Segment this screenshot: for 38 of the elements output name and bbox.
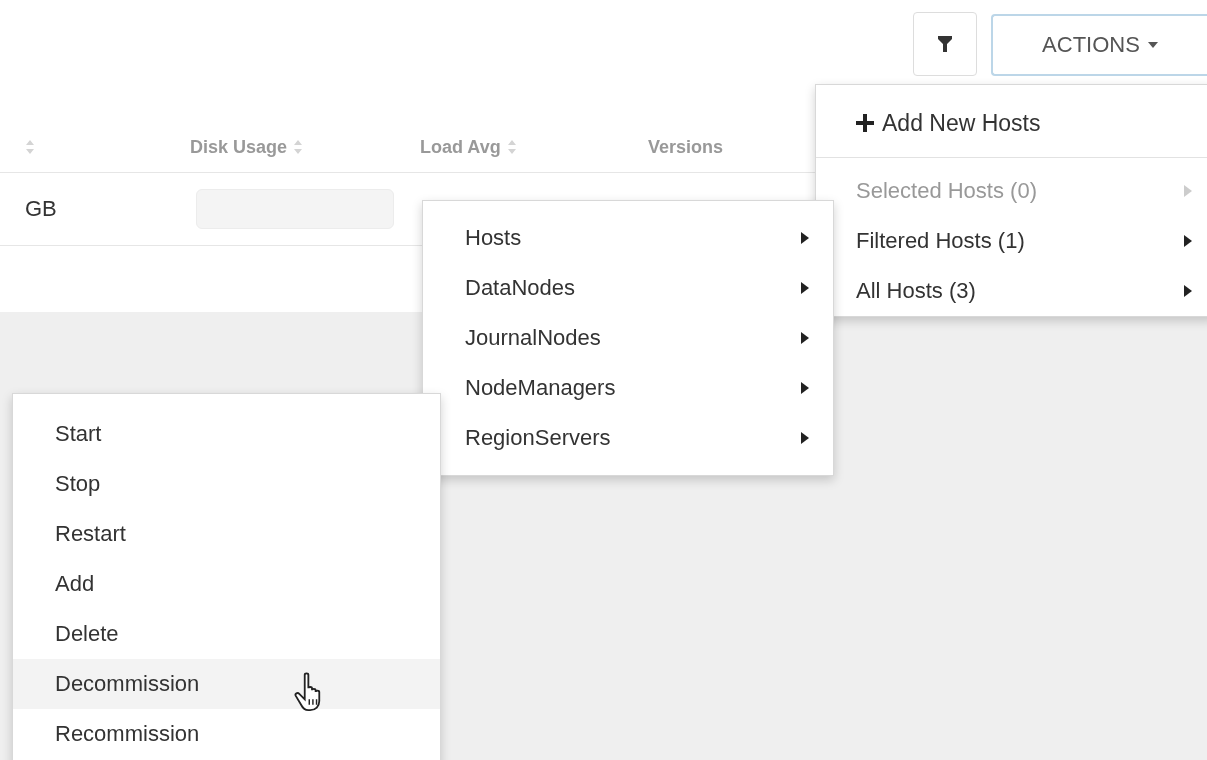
actions-button[interactable]: ACTIONS — [991, 14, 1207, 76]
plus-icon — [856, 114, 874, 132]
menu-item-label: NodeManagers — [465, 375, 616, 401]
menu-item-label: RegionServers — [465, 425, 611, 451]
caret-icon — [1147, 42, 1158, 48]
menu-item[interactable]: Delete — [13, 609, 440, 659]
table-cell: GB — [25, 196, 57, 221]
menu-item[interactable]: Recommission — [13, 709, 440, 759]
sort-icon[interactable] — [293, 139, 304, 155]
menu-item[interactable]: Restart — [13, 509, 440, 559]
menu-item[interactable]: JournalNodes — [423, 313, 833, 363]
menu-item-label: Hosts — [465, 225, 522, 251]
submenu-arrow-icon — [1184, 235, 1192, 247]
menu-item-label: DataNodes — [465, 275, 576, 301]
submenu-arrow-icon — [1184, 285, 1192, 297]
menu-item[interactable]: Stop — [13, 459, 440, 509]
sort-icon[interactable] — [506, 139, 517, 155]
menu-item[interactable]: Add — [13, 559, 440, 609]
submenu-arrow-icon — [801, 332, 809, 344]
submenu-arrow-icon — [1184, 185, 1192, 197]
submenu-arrow-icon — [801, 382, 809, 394]
menu-item-label: All Hosts (3) — [856, 278, 976, 304]
column-header: Versions — [648, 136, 724, 158]
sort-icon[interactable] — [25, 139, 35, 155]
menu-item[interactable]: Decommission — [13, 659, 440, 709]
submenu-arrow-icon — [801, 282, 809, 294]
add-new-hosts-item[interactable]: Add New Hosts — [816, 89, 1207, 158]
submenu-arrow-icon — [801, 432, 809, 444]
menu-item-label: Add New Hosts — [882, 109, 1041, 137]
filter-icon — [938, 36, 952, 52]
menu-item-label: JournalNodes — [465, 325, 601, 351]
menu-item-label: Selected Hosts (0) — [856, 178, 1037, 204]
submenu-arrow-icon — [801, 232, 809, 244]
column-header: Load Avg — [420, 136, 501, 158]
column-header: Disk Usage — [190, 136, 288, 158]
menu-item-label: Filtered Hosts (1) — [856, 228, 1025, 254]
filter-button[interactable] — [913, 12, 977, 76]
menu-item[interactable]: DataNodes — [423, 263, 833, 313]
